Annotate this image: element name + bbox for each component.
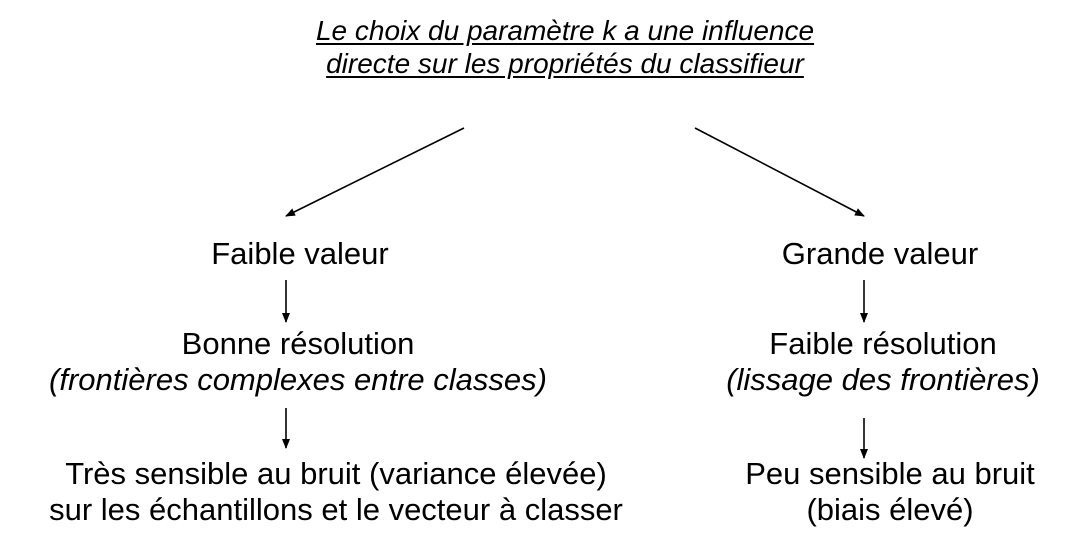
low-value-label: Faible valeur: [211, 236, 389, 271]
arrow-title-to-right: [694, 127, 865, 217]
good-resolution-label: Bonne résolution: [181, 326, 415, 361]
good-resolution-detail: (frontières complexes entre classes): [49, 361, 547, 397]
arrow-title-to-left: [285, 127, 465, 217]
node-high-value: Grande valeur: [680, 236, 1080, 272]
high-value-label: Grande valeur: [781, 236, 979, 271]
title-line-1: Le choix du paramètre k a une influence: [315, 15, 815, 46]
low-noise-line-2: (biais élevé): [806, 491, 974, 527]
low-resolution-detail: (lissage des frontières): [726, 361, 1040, 397]
node-low-resolution: Faible résolution (lissage des frontière…: [690, 326, 1076, 397]
node-low-value: Faible valeur: [100, 236, 500, 272]
diagram-title: Le choix du paramètre k a une influence …: [0, 14, 1088, 80]
low-resolution-label: Faible résolution: [769, 326, 997, 361]
node-low-noise-sensitivity: Peu sensible au bruit (biais élevé): [690, 456, 1088, 527]
noise-sensitive-line-2: sur les échantillons et le vecteur à cla…: [49, 491, 623, 527]
title-line-2: directe sur les propriétés du classifieu…: [326, 48, 804, 80]
noise-sensitive-line-1: Très sensible au bruit (variance élevée): [65, 456, 607, 491]
low-noise-line-1: Peu sensible au bruit: [745, 456, 1035, 491]
node-noise-sensitive: Très sensible au bruit (variance élevée)…: [0, 456, 672, 527]
node-good-resolution: Bonne résolution (frontières complexes e…: [0, 326, 596, 397]
